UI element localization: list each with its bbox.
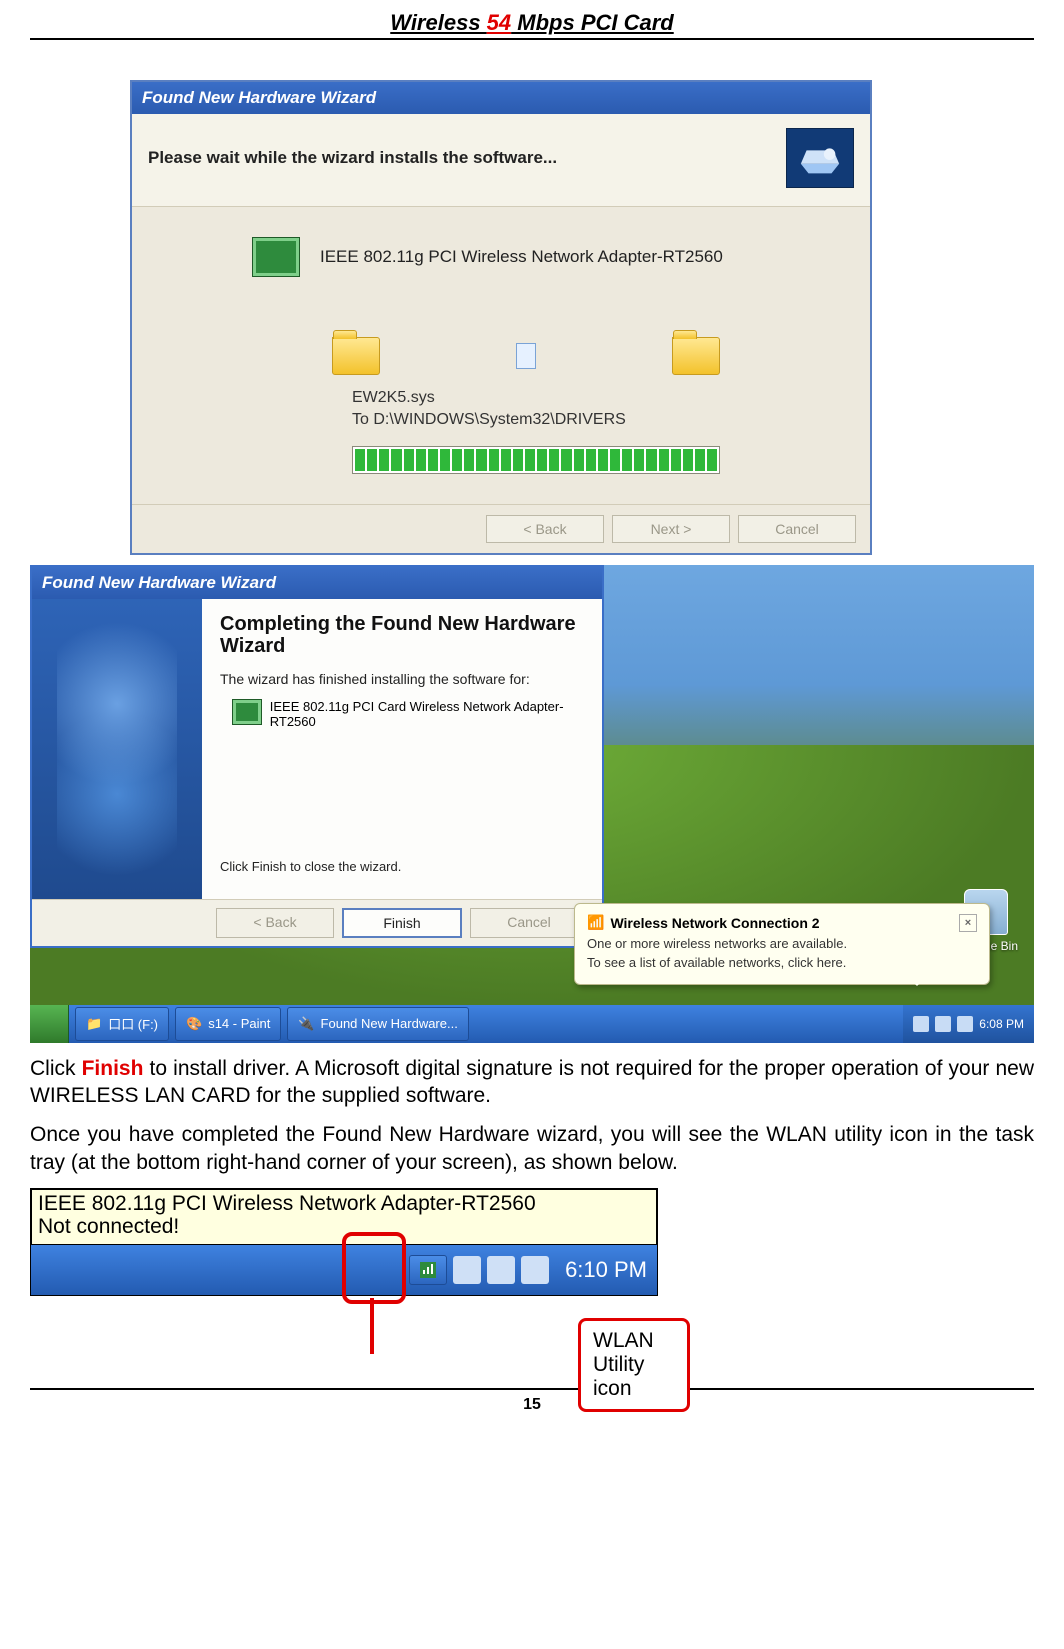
wizard1-instruction: Please wait while the wizard installs th… bbox=[148, 148, 766, 168]
red-highlight-box bbox=[342, 1232, 406, 1304]
network-balloon-tip[interactable]: 📶 Wireless Network Connection 2 × One or… bbox=[574, 903, 990, 985]
red-connector-line bbox=[370, 1298, 374, 1354]
wizard2-titlebar: Found New Hardware Wizard bbox=[32, 567, 602, 599]
wizard2-button-row: < Back Finish Cancel bbox=[32, 899, 602, 946]
tray-icon[interactable] bbox=[913, 1016, 929, 1032]
wizard2-dialog: Found New Hardware Wizard Completing the… bbox=[30, 565, 604, 948]
header-red: 54 bbox=[487, 10, 511, 35]
balloon-line1: One or more wireless networks are availa… bbox=[587, 936, 977, 951]
taskbar-task-2[interactable]: 🎨 s14 - Paint bbox=[175, 1007, 281, 1041]
tray-icon[interactable] bbox=[453, 1256, 481, 1284]
copy-animation bbox=[332, 337, 720, 375]
balloon-close-button[interactable]: × bbox=[959, 914, 977, 932]
p1-pre: Click bbox=[30, 1057, 82, 1080]
wizard2-message: The wizard has finished installing the s… bbox=[220, 671, 584, 687]
hardware-icon: 🔌 bbox=[298, 1016, 314, 1032]
screenshot-desktop-finish: Found New Hardware Wizard Completing the… bbox=[30, 565, 1034, 1043]
folder-source-icon bbox=[332, 337, 380, 375]
task3-label: Found New Hardware... bbox=[321, 1016, 458, 1031]
folder-dest-icon bbox=[672, 337, 720, 375]
next-button[interactable]: Next > bbox=[612, 515, 730, 543]
system-tray: 6:08 PM bbox=[903, 1005, 1034, 1043]
copy-file-name: EW2K5.sys bbox=[352, 387, 830, 409]
wizard2-heading: Completing the Found New Hardware Wizard bbox=[220, 613, 584, 657]
hardware-icon bbox=[786, 128, 854, 188]
balloon-title: Wireless Network Connection 2 bbox=[610, 915, 819, 931]
taskbar: 📁 口口 (F:) 🎨 s14 - Paint 🔌 Found New Hard… bbox=[30, 1005, 1034, 1043]
finish-button[interactable]: Finish bbox=[342, 908, 462, 938]
page-number: 15 bbox=[30, 1388, 1034, 1414]
tray-clock: 6:10 PM bbox=[565, 1257, 647, 1283]
task1-label: 口口 (F:) bbox=[108, 1014, 158, 1033]
cancel-button[interactable]: Cancel bbox=[470, 908, 588, 938]
start-button[interactable] bbox=[30, 1005, 69, 1043]
wireless-icon: 📶 bbox=[587, 914, 604, 931]
callout-label: WLAN Utility icon bbox=[578, 1318, 690, 1412]
doc-running-header: Wireless 54 Mbps PCI Card bbox=[30, 10, 1034, 40]
cancel-button[interactable]: Cancel bbox=[738, 515, 856, 543]
screenshot-tray-callout: IEEE 802.11g PCI Wireless Network Adapte… bbox=[30, 1188, 690, 1358]
file-flying-icon bbox=[516, 343, 536, 369]
wizard2-close-hint: Click Finish to close the wizard. bbox=[220, 859, 584, 874]
tray-icon[interactable] bbox=[957, 1016, 973, 1032]
folder-icon: 📁 bbox=[86, 1016, 102, 1032]
progress-bar bbox=[352, 446, 720, 474]
wizard1-button-row: < Back Next > Cancel bbox=[132, 504, 870, 553]
wlan-utility-icon[interactable] bbox=[409, 1255, 447, 1285]
p1-post: to install driver. A Microsoft digital s… bbox=[30, 1057, 1034, 1107]
tray-icon[interactable] bbox=[487, 1256, 515, 1284]
balloon-line2: To see a list of available networks, cli… bbox=[587, 955, 977, 970]
tray-icon[interactable] bbox=[935, 1016, 951, 1032]
wizard1-body: IEEE 802.11g PCI Wireless Network Adapte… bbox=[132, 207, 870, 504]
wizard1-dialog: Found New Hardware Wizard Please wait wh… bbox=[130, 80, 872, 555]
back-button[interactable]: < Back bbox=[216, 908, 334, 938]
wizard1-banner: Please wait while the wizard installs th… bbox=[132, 114, 870, 207]
wizard2-side-graphic bbox=[32, 599, 202, 899]
network-card-icon bbox=[232, 699, 262, 725]
copy-dest-path: To D:\WINDOWS\System32\DRIVERS bbox=[352, 409, 830, 431]
wizard2-device-name: IEEE 802.11g PCI Card Wireless Network A… bbox=[270, 699, 584, 729]
tray-icon[interactable] bbox=[521, 1256, 549, 1284]
paint-icon: 🎨 bbox=[186, 1016, 202, 1032]
network-card-icon bbox=[252, 237, 300, 277]
screenshot-install-wizard: Found New Hardware Wizard Please wait wh… bbox=[130, 80, 872, 555]
wizard1-device-name: IEEE 802.11g PCI Wireless Network Adapte… bbox=[320, 247, 723, 267]
task2-label: s14 - Paint bbox=[208, 1016, 270, 1031]
tray-tooltip-line1: IEEE 802.11g PCI Wireless Network Adapte… bbox=[38, 1192, 650, 1215]
paragraph-finish: Click Finish to install driver. A Micros… bbox=[30, 1055, 1034, 1110]
header-post: Mbps PCI Card bbox=[511, 10, 674, 35]
taskbar-task-3[interactable]: 🔌 Found New Hardware... bbox=[287, 1007, 468, 1041]
header-pre: Wireless bbox=[390, 10, 486, 35]
back-button[interactable]: < Back bbox=[486, 515, 604, 543]
tray-clock: 6:08 PM bbox=[979, 1017, 1024, 1031]
taskbar-task-1[interactable]: 📁 口口 (F:) bbox=[75, 1007, 169, 1041]
paragraph-tray-info: Once you have completed the Found New Ha… bbox=[30, 1121, 1034, 1176]
windows-desktop: Found New Hardware Wizard Completing the… bbox=[30, 565, 1034, 1043]
wizard1-titlebar: Found New Hardware Wizard bbox=[132, 82, 870, 114]
p1-red: Finish bbox=[82, 1057, 144, 1080]
